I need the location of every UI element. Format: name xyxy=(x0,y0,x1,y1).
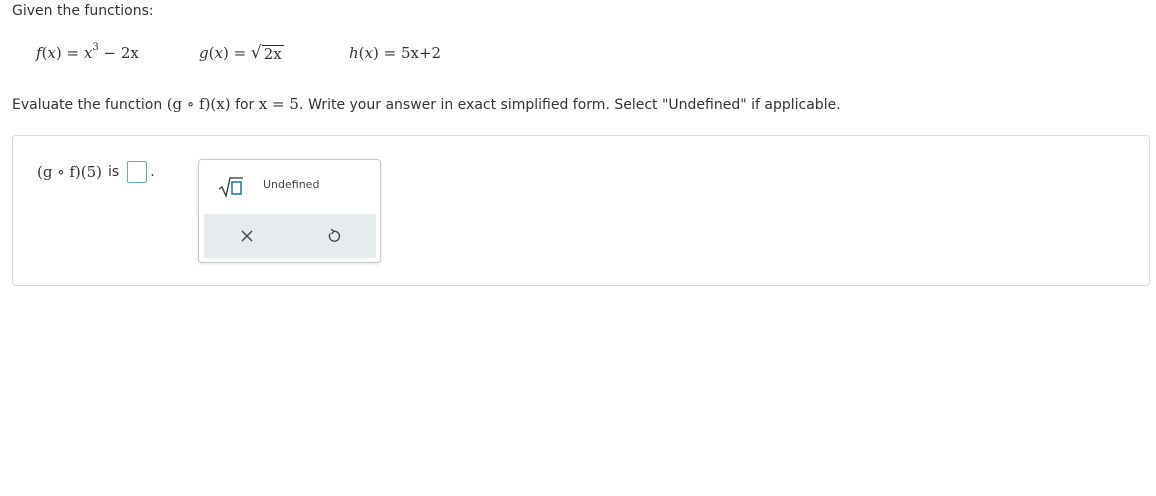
answer-line: (g ∘ f)(5) is . xyxy=(37,161,155,183)
square-root-icon xyxy=(218,177,243,198)
g-name: g xyxy=(199,44,209,62)
clear-button[interactable] xyxy=(237,226,257,246)
question-for: for xyxy=(235,97,255,113)
answer-period: . xyxy=(150,164,155,180)
h-var: x xyxy=(364,44,373,62)
answer-card: (g ∘ f)(5) is . xyxy=(12,135,1150,286)
f-equals: = xyxy=(66,44,80,62)
function-f: f(x) = x3 − 2x xyxy=(36,42,139,62)
f-rest: − 2x xyxy=(103,44,139,62)
answer-input[interactable] xyxy=(127,161,148,183)
f-var: x xyxy=(47,44,56,62)
function-h: h(x) = 5x+2 xyxy=(349,44,442,62)
math-palette: Undefined xyxy=(198,159,381,263)
radical-sign-icon: √ xyxy=(250,43,262,63)
f-exponent: 3 xyxy=(92,42,99,53)
answer-is-label: is xyxy=(108,164,120,180)
h-rhs: 5x+2 xyxy=(400,44,442,62)
question-before: Evaluate the function xyxy=(12,97,163,113)
reset-button[interactable] xyxy=(324,226,344,246)
h-equals: = xyxy=(383,44,397,62)
undefined-button[interactable]: Undefined xyxy=(263,178,319,191)
question-after: Write your answer in exact simplified fo… xyxy=(308,97,841,113)
answer-expression: (g ∘ f)(5) xyxy=(37,163,102,181)
square-root-button[interactable] xyxy=(217,174,245,200)
g-var: x xyxy=(214,44,223,62)
f-name: f xyxy=(36,44,42,62)
question-condition: x = 5. xyxy=(258,95,304,113)
palette-footer xyxy=(204,214,376,258)
close-icon xyxy=(241,230,253,242)
question-text: Evaluate the function (g ∘ f)(x) for x =… xyxy=(12,95,841,113)
intro-text: Given the functions: xyxy=(12,3,154,19)
g-sqrt: √ 2x xyxy=(250,43,284,63)
g-radicand: 2x xyxy=(261,44,284,63)
h-name: h xyxy=(349,44,359,62)
undo-icon xyxy=(328,228,341,242)
question-composition: (g ∘ f)(x) xyxy=(166,95,231,113)
function-g: g(x) = √ 2x xyxy=(199,43,284,63)
g-equals: = xyxy=(233,44,247,62)
